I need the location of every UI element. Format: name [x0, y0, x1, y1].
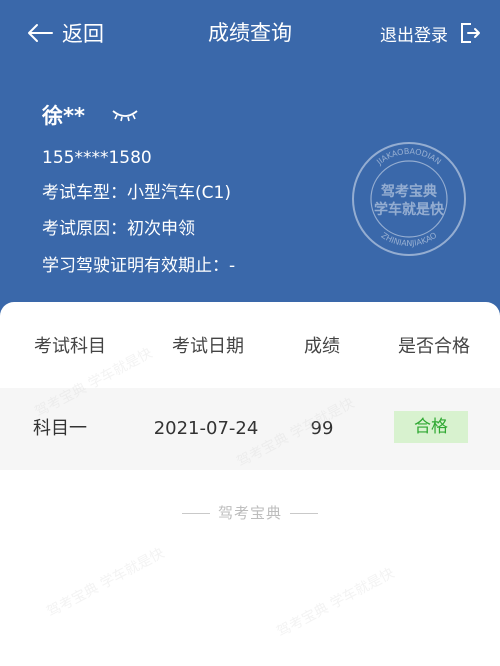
validity-date: 学习驾驶证明有效期止：-	[42, 256, 236, 276]
header-panel: 返回 成绩查询 退出登录 徐** 155****1580 考试车型：小型汽车(C…	[0, 0, 500, 340]
svg-text:ZHINIANJIAKAO: ZHINIANJIAKAO	[380, 231, 439, 248]
user-name-row: 徐**	[42, 100, 139, 130]
header-result: 是否合格	[398, 336, 470, 357]
user-phone: 155****1580	[42, 148, 152, 168]
seal-ring-top: JIAKAOBAODIAN	[374, 147, 442, 167]
seal-ring-bottom: ZHINIANJIAKAO	[380, 231, 439, 248]
back-button[interactable]: 返回	[26, 18, 104, 48]
watermark: 驾考宝典 学车就是快	[44, 545, 168, 621]
pass-badge: 合格	[394, 411, 468, 443]
table-header: 考试科目 考试日期 成绩 是否合格	[0, 302, 500, 386]
watermark: 驾考宝典 学车就是快	[274, 565, 398, 641]
logout-button[interactable]: 退出登录	[380, 18, 482, 48]
table-row[interactable]: 科目一 2021-07-24 99 合格	[0, 388, 500, 470]
seal-line2: 学车就是快	[374, 201, 445, 218]
back-label: 返回	[62, 22, 104, 46]
arrow-left-icon	[28, 24, 53, 42]
header-score: 成绩	[304, 336, 340, 357]
results-card: 考试科目 考试日期 成绩 是否合格 科目一 2021-07-24 99 合格 驾…	[0, 302, 500, 666]
brand-seal: JIAKAOBAODIAN ZHINIANJIAKAO 驾考宝典 学车就是快	[352, 142, 466, 256]
header-subject: 考试科目	[34, 336, 106, 357]
vehicle-type: 考试车型：小型汽车(C1)	[42, 183, 231, 203]
score-cell: 99	[310, 418, 334, 439]
user-name: 徐**	[42, 104, 85, 128]
header-date: 考试日期	[172, 336, 244, 357]
svg-text:JIAKAOBAODIAN: JIAKAOBAODIAN	[374, 147, 442, 167]
exam-reason: 考试原因：初次申领	[42, 219, 195, 239]
date-cell: 2021-07-24	[153, 418, 259, 439]
brand-footer-text: 驾考宝典	[217, 504, 282, 522]
subject-cell: 科目一	[33, 418, 87, 439]
divider-left	[181, 513, 210, 514]
brand-footer: 驾考宝典	[0, 502, 500, 523]
divider-right	[290, 513, 318, 514]
eye-closed-icon[interactable]	[111, 106, 139, 124]
seal-line1: 驾考宝典	[380, 183, 437, 200]
logout-label: 退出登录	[380, 25, 448, 46]
exit-icon	[461, 23, 480, 43]
